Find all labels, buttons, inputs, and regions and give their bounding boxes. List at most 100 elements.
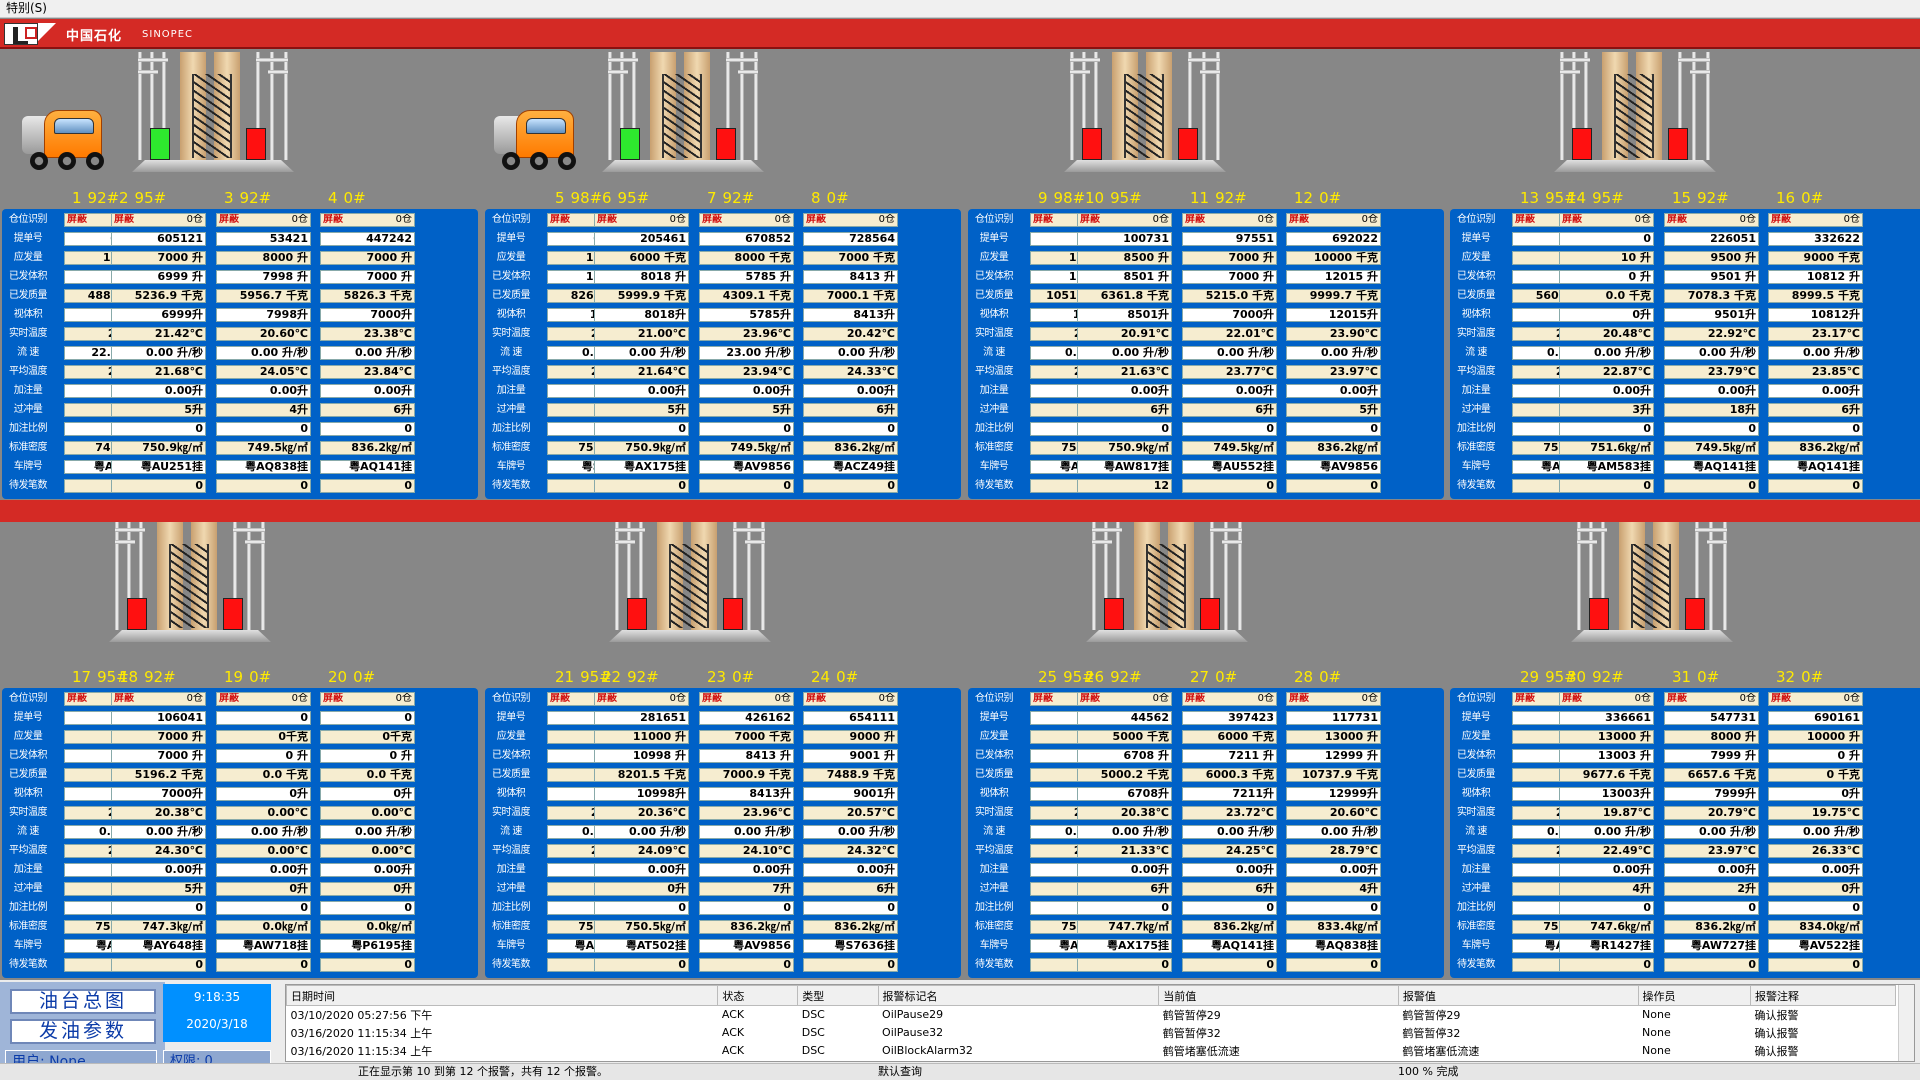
lane-field: 6000.3 千克 bbox=[1182, 768, 1277, 782]
row-label: 车牌号 bbox=[13, 940, 43, 951]
lane-field: 20.57℃ bbox=[803, 806, 898, 820]
lane-block-status[interactable]: 屏蔽 0仓 bbox=[216, 213, 311, 227]
lane-block-status[interactable]: 屏蔽 0仓 bbox=[320, 692, 415, 706]
block-label: 屏蔽 bbox=[114, 693, 134, 704]
alarm-cell: OilBlockAlarm32 bbox=[882, 1044, 973, 1057]
lane-field: 0.00升 bbox=[803, 384, 898, 398]
lane-block-status[interactable]: 屏蔽 0仓 bbox=[1664, 692, 1759, 706]
row-label: 车牌号 bbox=[496, 461, 526, 472]
lane-header: 14 95# bbox=[1567, 189, 1624, 207]
lane-number: 15 bbox=[1672, 189, 1692, 207]
bay-status: 0仓 bbox=[1257, 214, 1274, 225]
alarm-column-header[interactable]: 当前值 bbox=[1158, 985, 1399, 1006]
lane-field: 7000 升 bbox=[1182, 270, 1277, 284]
lane-block-status[interactable]: 屏蔽 0仓 bbox=[1664, 213, 1759, 227]
lane-field: 6999升 bbox=[111, 308, 206, 322]
loading-gantry-icon bbox=[128, 52, 298, 172]
alarm-column-header[interactable]: 报警注释 bbox=[1749, 985, 1897, 1006]
alarm-column-header[interactable]: 报警值 bbox=[1397, 985, 1639, 1006]
lane-block-status[interactable]: 屏蔽 0仓 bbox=[1077, 692, 1172, 706]
overview-button[interactable]: 油台总图 bbox=[10, 989, 156, 1014]
alarm-column-header[interactable]: 操作员 bbox=[1637, 985, 1751, 1006]
lane-field: 836.2㎏/㎥ bbox=[803, 441, 898, 455]
row-label: 仓位识别 bbox=[9, 693, 48, 704]
lane-block-status[interactable]: 屏蔽 0仓 bbox=[594, 692, 689, 706]
lane-block-status[interactable]: 屏蔽 0仓 bbox=[803, 692, 898, 706]
alarm-column-header[interactable]: 报警标记名 bbox=[877, 985, 1160, 1006]
lane-block-status[interactable]: 屏蔽 0仓 bbox=[1768, 213, 1863, 227]
lane-number: 31 bbox=[1672, 668, 1692, 686]
brand-cn: 中国石化 bbox=[66, 28, 123, 44]
row-label: 加注比例 bbox=[492, 423, 531, 434]
alarm-column-header[interactable]: 类型 bbox=[797, 985, 879, 1006]
lane-field: 粤ACZ49挂 bbox=[803, 460, 898, 474]
lane-field: 6升 bbox=[1182, 882, 1277, 896]
lane-block-status[interactable]: 屏蔽 0仓 bbox=[320, 213, 415, 227]
block-label: 屏蔽 bbox=[219, 693, 239, 704]
row-label: 视体积 bbox=[496, 788, 526, 799]
lane-field: 0 bbox=[803, 958, 898, 972]
lane-block-status[interactable]: 屏蔽 0仓 bbox=[1768, 692, 1863, 706]
lane-field: 20.79℃ bbox=[1664, 806, 1759, 820]
lane-field: 834.0㎏/㎥ bbox=[1768, 920, 1863, 934]
lane-field: 0 bbox=[1077, 901, 1172, 915]
params-button[interactable]: 发油参数 bbox=[10, 1019, 156, 1044]
lane-block-status[interactable]: 屏蔽 0仓 bbox=[699, 692, 794, 706]
block-label: 屏蔽 bbox=[1185, 693, 1205, 704]
lane-field: 0 bbox=[111, 479, 206, 493]
lane-field: 8018升 bbox=[594, 308, 689, 322]
lane-block-status[interactable]: 屏蔽 0仓 bbox=[1559, 692, 1654, 706]
alarm-row[interactable]: 03/16/2020 11:15:34 上午 ACK DSC OilPause32 鹤管… bbox=[287, 1024, 1896, 1042]
lane-block-status[interactable]: 屏蔽 0仓 bbox=[1286, 692, 1381, 706]
alarm-scrollbar[interactable] bbox=[1898, 985, 1914, 1061]
lane-block-status[interactable]: 屏蔽 0仓 bbox=[1286, 213, 1381, 227]
clock-time: 9:18:35 bbox=[193, 990, 241, 1004]
lane-field: 8413升 bbox=[803, 308, 898, 322]
lane-block-status[interactable]: 屏蔽 0仓 bbox=[699, 213, 794, 227]
lane-grade: 92# bbox=[722, 189, 755, 207]
lane-block-status[interactable]: 屏蔽 0仓 bbox=[1077, 213, 1172, 227]
lane-block-status[interactable]: 屏蔽 0仓 bbox=[111, 692, 206, 706]
block-label: 屏蔽 bbox=[550, 693, 570, 704]
alarm-column-header[interactable]: 日期时间 bbox=[286, 985, 719, 1006]
lane-block-status[interactable]: 屏蔽 0仓 bbox=[111, 213, 206, 227]
lane-number: 12 bbox=[1294, 189, 1314, 207]
tanker-truck-icon bbox=[494, 102, 594, 172]
block-label: 屏蔽 bbox=[67, 693, 87, 704]
lane-block-status[interactable]: 屏蔽 0仓 bbox=[216, 692, 311, 706]
lane-block-status[interactable]: 屏蔽 0仓 bbox=[594, 213, 689, 227]
lane-grade: 95# bbox=[617, 189, 650, 207]
lane-field: 22.01℃ bbox=[1182, 327, 1277, 341]
lane-block-status[interactable]: 屏蔽 0仓 bbox=[1182, 213, 1277, 227]
alarm-row[interactable]: 03/16/2020 11:15:34 上午 ACK DSC OilBlockAlar… bbox=[287, 1042, 1896, 1060]
lane-block-status[interactable]: 屏蔽 0仓 bbox=[1182, 692, 1277, 706]
lane-field: 8413 升 bbox=[803, 270, 898, 284]
lane-field: 0.00 升/秒 bbox=[111, 825, 206, 839]
alarm-row[interactable]: 03/10/2020 05:27:56 下午 ACK DSC OilPause29 鹤管… bbox=[287, 1006, 1896, 1024]
alarm-cell: 鹤管暂停29 bbox=[1402, 1008, 1461, 1022]
lane-field: 100731 bbox=[1077, 232, 1172, 246]
lane-field: 0升 bbox=[320, 787, 415, 801]
row-label: 平均温度 bbox=[1457, 845, 1496, 856]
lane-block-status[interactable]: 屏蔽 0仓 bbox=[1559, 213, 1654, 227]
lane-field: 0 bbox=[803, 422, 898, 436]
lane-field: 22.92℃ bbox=[1664, 327, 1759, 341]
bay-status: 0仓 bbox=[1634, 214, 1651, 225]
bay-status: 0仓 bbox=[1257, 693, 1274, 704]
lane-grade: 0# bbox=[1215, 668, 1238, 686]
lane-field: 654111 bbox=[803, 711, 898, 725]
lane-field: 粤AV522挂 bbox=[1768, 939, 1863, 953]
lane-block-status[interactable]: 屏蔽 0仓 bbox=[803, 213, 898, 227]
row-label: 平均温度 bbox=[9, 845, 48, 856]
lane-field: 6升 bbox=[1077, 403, 1172, 417]
lane-field: 10812升 bbox=[1768, 308, 1863, 322]
alarm-column-header[interactable]: 状态 bbox=[717, 985, 799, 1006]
lane-field: 0.00升 bbox=[1286, 384, 1381, 398]
menu-special[interactable]: 特别(S) bbox=[6, 1, 47, 15]
lane-grade: 92# bbox=[1697, 189, 1729, 207]
lane-field: 20.42℃ bbox=[803, 327, 898, 341]
lane-field: 12 bbox=[1077, 479, 1172, 493]
lane-field: 5826.3 千克 bbox=[320, 289, 415, 303]
lane-field: 0.00℃ bbox=[216, 844, 311, 858]
row-label: 仓位识别 bbox=[492, 214, 531, 225]
